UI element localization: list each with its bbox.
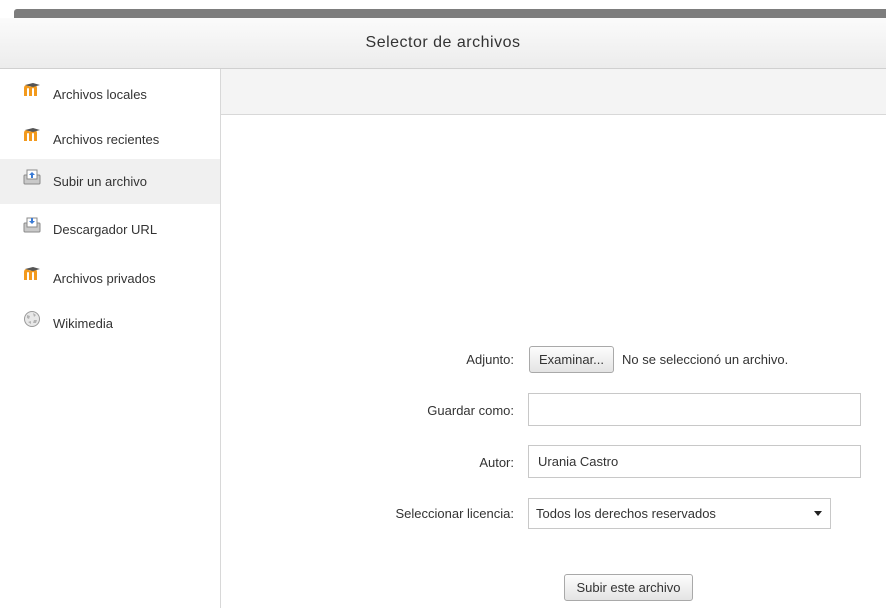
sidebar-item-label: Archivos locales (53, 87, 147, 102)
window-top-strip (0, 0, 886, 18)
no-file-selected-text: No se seleccionó un archivo. (622, 352, 789, 367)
save-as-label: Guardar como: (427, 403, 514, 418)
sidebar-item-label: Archivos recientes (53, 132, 160, 147)
author-label: Autor: (479, 455, 514, 470)
chevron-down-icon (814, 511, 822, 516)
moodle-icon (22, 265, 42, 283)
sidebar-item-subir-un-archivo[interactable]: Subir un archivo (0, 159, 220, 204)
sidebar-item-label: Descargador URL (53, 222, 158, 237)
license-select[interactable]: Todos los derechos reservados (528, 498, 831, 529)
dialog-title: Selector de archivos (365, 34, 521, 51)
attachment-label: Adjunto: (466, 352, 514, 367)
wikimedia-icon (22, 310, 42, 328)
sidebar-item-descargador-url[interactable]: Descargador URL (0, 207, 220, 252)
license-selected-value: Todos los derechos reservados (536, 506, 716, 521)
filepicker-toolbar (221, 69, 886, 115)
upload-file-button[interactable]: Subir este archivo (564, 574, 693, 601)
moodle-icon (22, 126, 42, 144)
author-input[interactable]: Urania Castro (528, 445, 861, 478)
sidebar-item-archivos-recientes[interactable]: Archivos recientes (0, 117, 220, 162)
browse-button[interactable]: Examinar... (529, 346, 614, 373)
sidebar-item-label: Subir un archivo (53, 174, 147, 189)
moodle-icon (22, 81, 42, 99)
sidebar-item-archivos-privados[interactable]: Archivos privados (0, 256, 220, 301)
sidebar-item-archivos-locales[interactable]: Archivos locales (0, 72, 220, 117)
download-url-icon (22, 216, 42, 234)
license-label: Seleccionar licencia: (395, 506, 514, 521)
sidebar-item-label: Archivos privados (53, 271, 156, 286)
background-titlebar (14, 9, 886, 18)
sidebar-item-wikimedia[interactable]: Wikimedia (0, 301, 220, 346)
repository-sidebar: Archivos locales Archivos recientes Subi… (0, 69, 221, 608)
upload-icon (22, 168, 42, 186)
sidebar-item-label: Wikimedia (53, 316, 113, 331)
save-as-input[interactable] (528, 393, 861, 426)
dialog-header: Selector de archivos (0, 18, 886, 69)
